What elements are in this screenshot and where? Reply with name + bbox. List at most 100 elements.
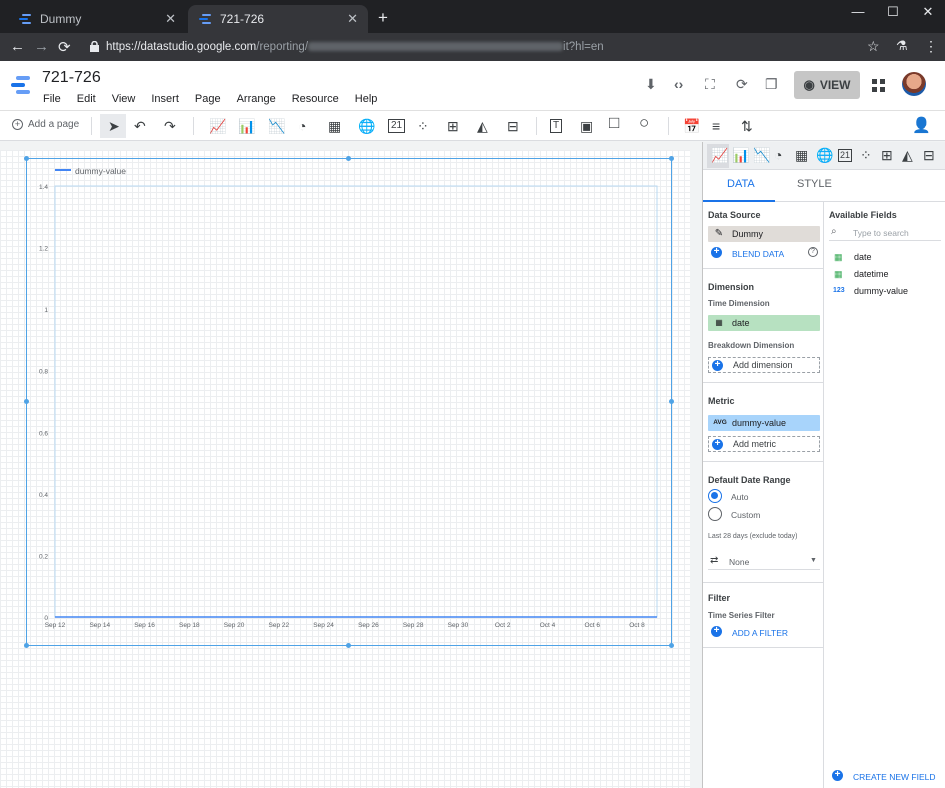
combo-chart-icon[interactable]: 📉 xyxy=(268,118,285,134)
bullet-chart-icon[interactable]: ⊞ xyxy=(881,147,893,164)
combo-chart-icon[interactable]: 📉 xyxy=(753,147,770,164)
scatter-chart-icon[interactable]: ⁘ xyxy=(417,118,429,134)
menu-resource[interactable]: Resource xyxy=(292,93,339,105)
table-icon[interactable]: ▦ xyxy=(328,118,341,134)
filter-control-icon[interactable]: ≡ xyxy=(712,118,720,134)
area-chart-icon[interactable]: ◭ xyxy=(902,147,913,164)
view-button[interactable]: ◉ VIEW xyxy=(794,71,860,99)
close-tab-icon[interactable]: ✕ xyxy=(165,11,176,27)
copy-report-icon[interactable]: ❐ xyxy=(765,76,778,93)
field-item-date[interactable]: ▦ date xyxy=(824,250,944,264)
bar-chart-icon[interactable]: 📊 xyxy=(732,147,749,164)
field-name: dummy-value xyxy=(854,286,909,296)
field-item-datetime[interactable]: ▦ datetime xyxy=(824,267,944,281)
scorecard-icon[interactable]: 21 xyxy=(838,149,853,162)
table-icon[interactable]: ▦ xyxy=(795,147,808,164)
blend-data-button[interactable]: + BLEND DATA ? xyxy=(708,245,820,261)
data-source-chip[interactable]: ✎ Dummy xyxy=(708,226,820,242)
comparison-date-dropdown[interactable]: ⇄ None ▼ xyxy=(708,554,820,570)
resize-handle[interactable] xyxy=(24,156,29,161)
data-control-icon[interactable]: ⇅ xyxy=(741,118,753,134)
section-divider xyxy=(703,647,824,648)
resize-handle[interactable] xyxy=(24,399,29,404)
menu-file[interactable]: File xyxy=(43,93,61,105)
help-icon[interactable]: ? xyxy=(808,247,818,257)
undo-icon[interactable]: ↶ xyxy=(134,118,146,134)
fullscreen-icon[interactable]: ⛶ xyxy=(705,76,715,93)
bar-chart-icon[interactable]: 📊 xyxy=(238,118,255,134)
browser-tabstrip: Dummy ✕ 721-726 ✕ + — ☐ ✕ xyxy=(0,0,945,33)
apps-grid-icon[interactable] xyxy=(872,79,885,92)
text-box-icon[interactable]: T xyxy=(550,119,563,133)
close-window-icon[interactable]: ✕ xyxy=(913,4,943,20)
share-add-person-icon[interactable]: 👤 xyxy=(912,118,931,134)
radio-auto[interactable] xyxy=(708,489,722,503)
rectangle-icon[interactable]: □ xyxy=(609,114,619,131)
image-icon[interactable]: ▣ xyxy=(580,118,593,134)
field-item-dummy-value[interactable]: 123 dummy-value xyxy=(824,284,944,298)
radio-custom[interactable] xyxy=(708,507,722,521)
time-series-chart-icon[interactable]: 📈 xyxy=(711,147,728,164)
add-filter-button[interactable]: + ADD A FILTER xyxy=(708,624,820,640)
resize-handle[interactable] xyxy=(24,643,29,648)
create-new-field-button[interactable]: + CREATE NEW FIELD xyxy=(829,768,944,784)
panel-tabs: DATA STYLE xyxy=(703,170,945,202)
bullet-chart-icon[interactable]: ⊞ xyxy=(447,118,459,134)
menu-edit[interactable]: Edit xyxy=(77,93,96,105)
embed-code-icon[interactable]: ‹› xyxy=(674,76,683,92)
menu-help[interactable]: Help xyxy=(355,93,378,105)
tab-data[interactable]: DATA xyxy=(727,178,755,190)
time-series-chart-icon[interactable]: 📈 xyxy=(209,118,226,134)
scatter-chart-icon[interactable]: ⁘ xyxy=(860,147,872,164)
resize-handle[interactable] xyxy=(669,643,674,648)
add-dimension-button[interactable]: + Add dimension xyxy=(708,357,820,373)
geo-map-icon[interactable]: 🌐 xyxy=(816,147,833,164)
redo-icon[interactable]: ↷ xyxy=(164,118,176,134)
scorecard-icon[interactable]: 21 xyxy=(388,119,406,133)
maximize-window-icon[interactable]: ☐ xyxy=(878,4,908,20)
new-tab-icon[interactable]: + xyxy=(378,8,388,28)
resize-handle[interactable] xyxy=(346,156,351,161)
resize-handle[interactable] xyxy=(669,156,674,161)
back-icon[interactable]: ← xyxy=(10,38,25,55)
date-range-control-icon[interactable]: 📅 xyxy=(683,118,700,134)
datastudio-logo-icon[interactable] xyxy=(10,75,32,95)
refresh-data-icon[interactable]: ⟳ xyxy=(736,76,748,93)
geo-map-icon[interactable]: 🌐 xyxy=(358,118,375,134)
report-title[interactable]: 721-726 xyxy=(42,69,101,87)
extension-icon[interactable]: ⚗ xyxy=(896,38,908,54)
pie-chart-icon[interactable]: ◔ xyxy=(774,147,782,163)
browser-tab-title: 721-726 xyxy=(220,12,265,26)
tab-style[interactable]: STYLE xyxy=(797,178,832,190)
time-dimension-chip[interactable]: ▦ date xyxy=(708,315,820,331)
circle-icon[interactable]: ○ xyxy=(639,114,649,131)
browser-menu-icon[interactable]: ⋮ xyxy=(924,38,938,55)
download-icon[interactable]: ⬇ xyxy=(645,76,657,93)
field-search-input[interactable]: ⌕ Type to search xyxy=(829,225,941,241)
reload-icon[interactable]: ⟳ xyxy=(58,38,71,56)
menu-page[interactable]: Page xyxy=(195,93,221,105)
metric-chip[interactable]: AVG dummy-value xyxy=(708,415,820,431)
menu-view[interactable]: View xyxy=(112,93,136,105)
avatar[interactable] xyxy=(902,72,926,96)
add-icon: + xyxy=(712,360,723,371)
resize-handle[interactable] xyxy=(669,399,674,404)
pivot-table-icon[interactable]: ⊟ xyxy=(923,147,935,164)
browser-tab-report[interactable]: 721-726 ✕ xyxy=(188,5,368,33)
datastudio-favicon-icon xyxy=(199,14,211,24)
close-tab-icon[interactable]: ✕ xyxy=(347,11,358,27)
pie-chart-icon[interactable]: ◔ xyxy=(298,118,306,134)
forward-icon[interactable]: → xyxy=(34,38,49,55)
menu-insert[interactable]: Insert xyxy=(151,93,179,105)
area-chart-icon[interactable]: ◭ xyxy=(477,118,488,134)
url-field[interactable]: https://datastudio.google.com/reporting/… xyxy=(106,37,866,57)
menu-arrange[interactable]: Arrange xyxy=(237,93,276,105)
browser-tab-dummy[interactable]: Dummy ✕ xyxy=(8,5,186,33)
add-metric-button[interactable]: + Add metric xyxy=(708,436,820,452)
minimize-window-icon[interactable]: — xyxy=(843,4,873,19)
pivot-table-icon[interactable]: ⊟ xyxy=(507,118,519,134)
resize-handle[interactable] xyxy=(346,643,351,648)
add-page-button[interactable]: + Add a page xyxy=(12,119,79,130)
select-pointer-icon[interactable]: ➤ xyxy=(108,118,120,134)
bookmark-star-icon[interactable]: ☆ xyxy=(867,38,880,55)
